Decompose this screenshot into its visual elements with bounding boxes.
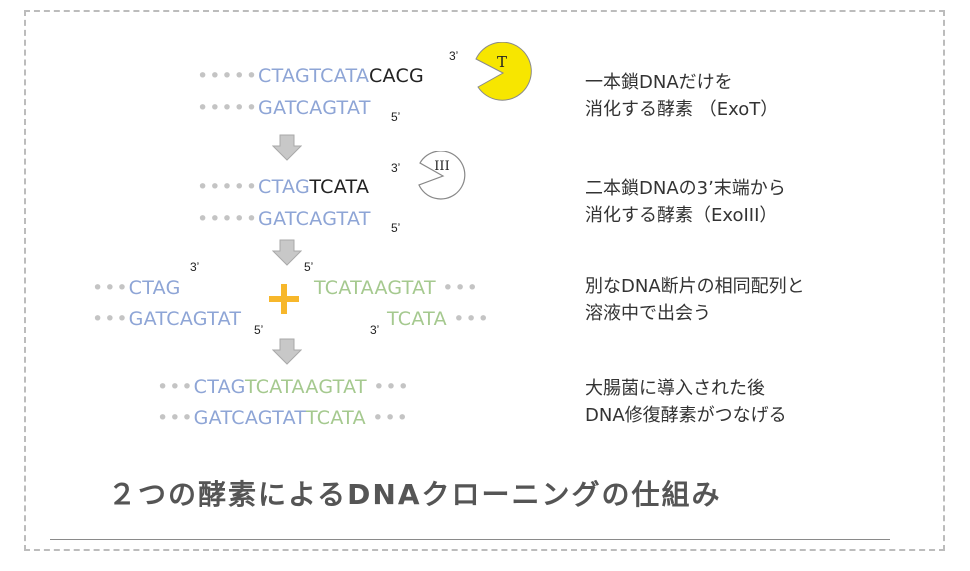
strand-seq-black: CACG [368,65,425,87]
step2-description: 二本鎖DNAの3ʼ末端から 消化する酵素（ExoIII） [585,175,786,229]
exoiii-pacman-icon: III [418,151,466,200]
strand-seq-blue: CTAG [193,376,245,398]
description-line: 溶液中で出会う [585,303,711,324]
ellipsis-dots: ••• [442,277,479,299]
step2-bottom-strand: •••••GATCAGTAT [197,208,371,230]
diagram-title: ２つの酵素によるDNAクローニングの仕組み [108,478,722,511]
down-arrow-icon [272,239,302,266]
step1-top-strand: •••••CTAGTCATACACG [197,65,424,87]
step3-description: 別なDNA断片の相同配列と 溶液中で出会う [585,273,805,327]
step4-description: 大腸菌に導入された後 DNA修復酵素がつなげる [585,375,787,429]
description-line: DNA修復酵素がつなげる [585,405,787,426]
five-prime-label: 5ʼ [304,260,314,274]
three-prime-label: 3ʼ [391,161,401,175]
description-line: 消化する酵素 （ExoT） [585,99,779,120]
three-prime-label: 3ʼ [190,260,200,274]
description-line: 別なDNA断片の相同配列と [585,276,805,297]
description-line: 二本鎖DNAの3ʼ末端から [585,178,786,199]
step3-right-top-strand: TCATAAGTAT ••• [314,277,479,299]
down-arrow-icon [272,338,302,365]
ellipsis-dots: ••• [373,376,410,398]
down-arrow-icon [272,134,302,161]
step2-top-strand: •••••CTAGTCATA [197,176,369,198]
strand-seq-green: TCATA [305,407,366,429]
step4-bottom-strand: •••GATCAGTATTCATA ••• [157,407,409,429]
step4-top-strand: •••CTAGTCATAAGTAT ••• [157,376,410,398]
ellipsis-dots: ••• [453,308,490,330]
description-line: 一本鎖DNAだけを [585,72,733,93]
ellipsis-dots: ••• [92,308,129,330]
strand-seq-green: TCATA [387,308,447,330]
five-prime-label: 5ʼ [391,110,401,124]
three-prime-label: 3ʼ [370,323,380,337]
step3-left-bottom-strand: •••GATCAGTAT [92,308,241,330]
ellipsis-dots: ••••• [197,208,259,230]
ellipsis-dots: ••••• [197,97,259,119]
description-line: 消化する酵素（ExoIII） [585,205,778,226]
strand-seq-blue: GATCAGTAT [258,97,371,119]
plus-icon [269,284,299,314]
ellipsis-dots: ••• [157,407,194,429]
ellipsis-dots: ••• [157,376,194,398]
ellipsis-dots: ••• [372,407,409,429]
step3-left-top-strand: •••CTAG [92,277,181,299]
enzyme-label: T [497,53,507,71]
strand-seq-blue: GATCAGTAT [128,308,242,330]
strand-seq-blue: GATCAGTAT [193,407,306,429]
step1-description: 一本鎖DNAだけを 消化する酵素 （ExoT） [585,69,778,123]
step3-right-bottom-strand: TCATA ••• [387,308,490,330]
strand-seq-blue: CTAG [128,277,181,299]
strand-seq-black: TCATA [309,176,370,198]
five-prime-label: 5ʼ [254,323,264,337]
step1-bottom-strand: •••••GATCAGTAT [197,97,371,119]
ellipsis-dots: ••••• [197,176,259,198]
divider-line [50,539,890,540]
strand-seq-blue: CTAG [258,176,310,198]
strand-seq-green: TCATAAGTAT [314,277,436,299]
enzyme-label: III [434,159,449,174]
ellipsis-dots: ••• [92,277,129,299]
three-prime-label: 3ʼ [449,49,459,63]
ellipsis-dots: ••••• [197,65,259,87]
five-prime-label: 5ʼ [391,221,401,235]
description-line: 大腸菌に導入された後 [585,378,765,399]
exot-pacman-icon: T [475,42,532,101]
strand-seq-green: TCATAAGTAT [244,376,367,398]
strand-seq-blue: GATCAGTAT [258,208,371,230]
strand-seq-blue: CTAGTCATA [258,65,369,87]
pacman-body [475,42,532,101]
